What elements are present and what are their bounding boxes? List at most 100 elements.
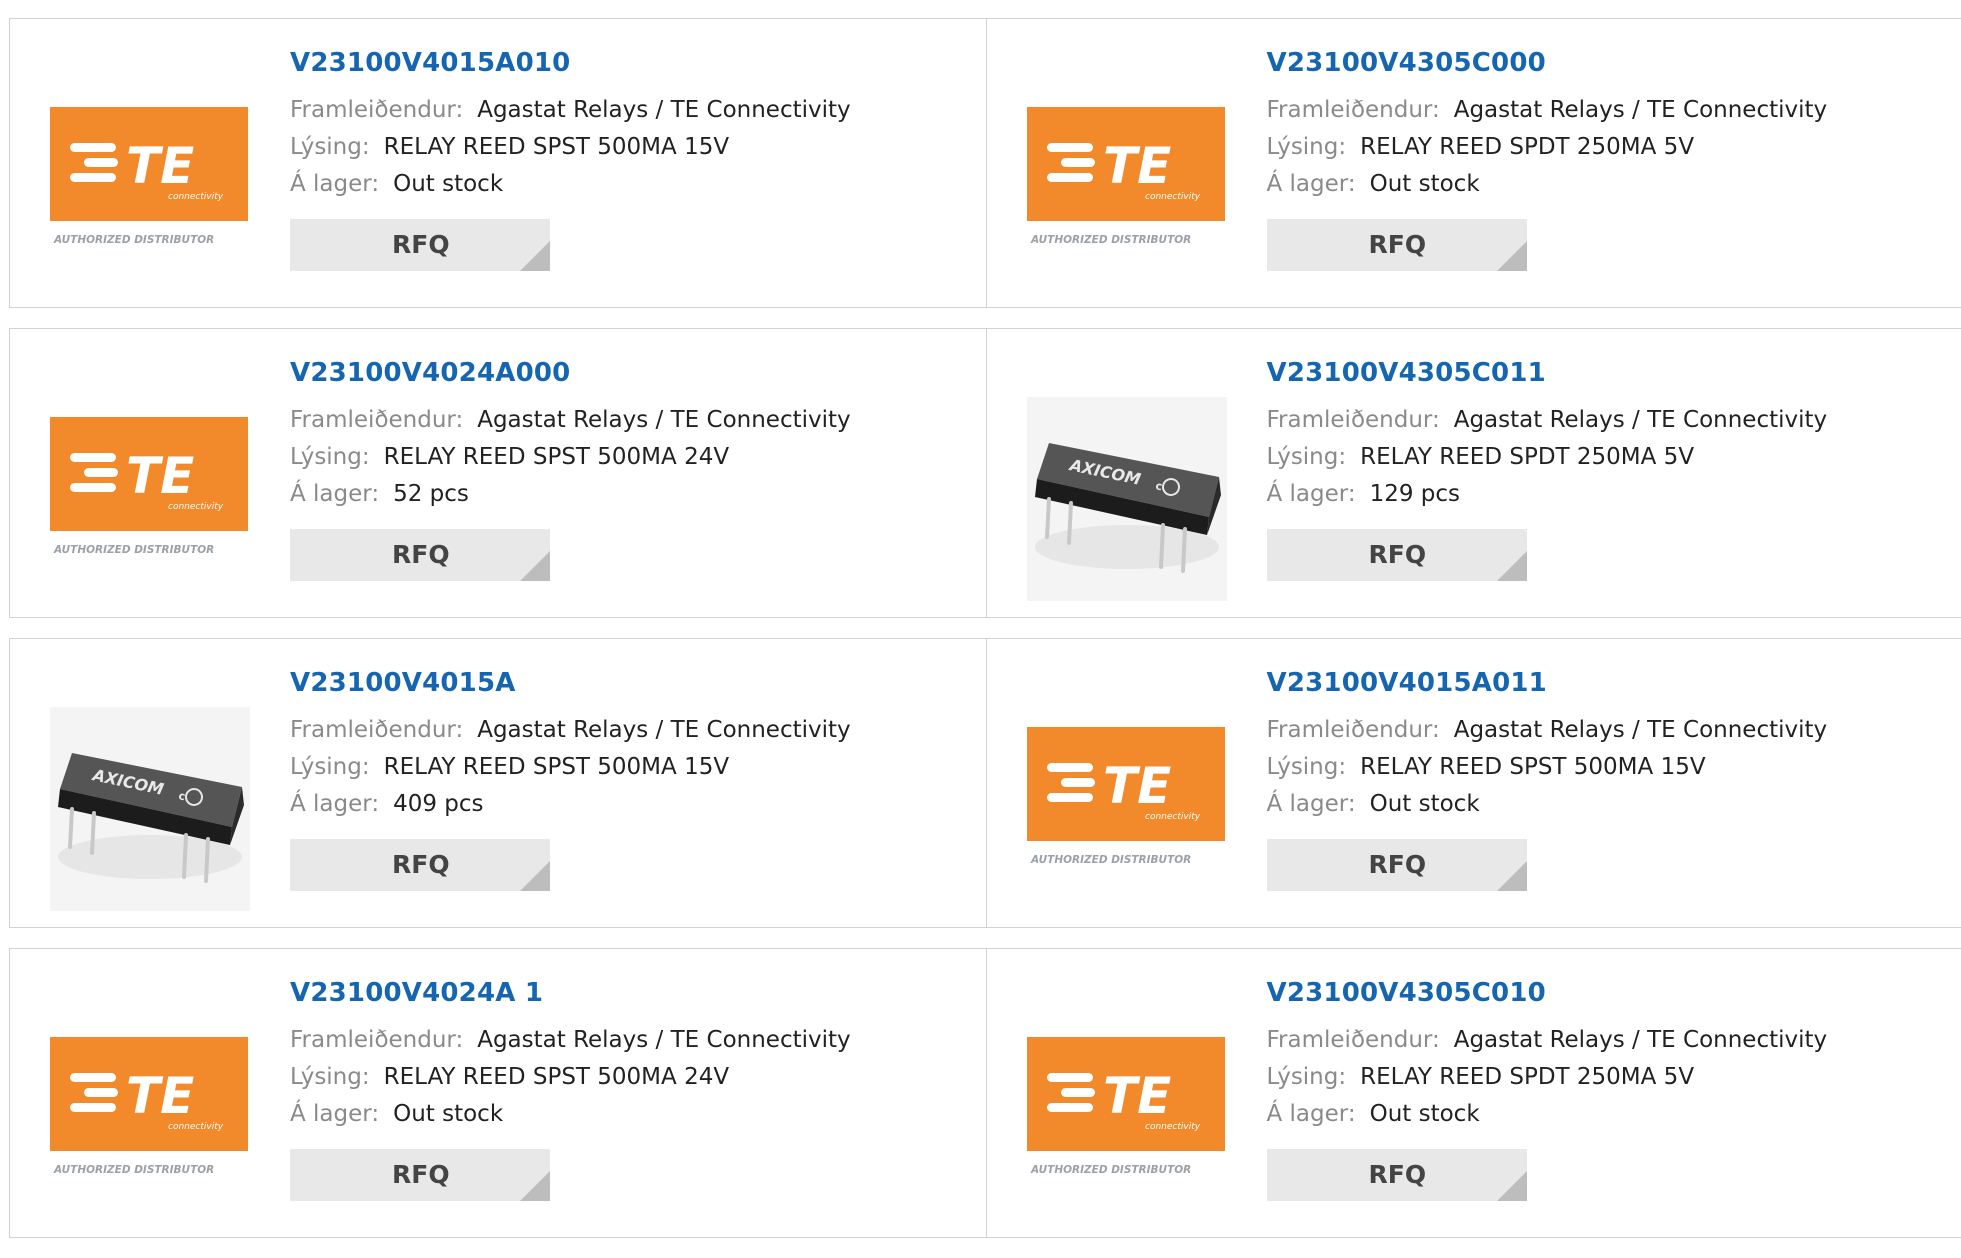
product-card: TE connectivity AUTHORIZED DISTRIBUTOR V… — [10, 329, 986, 617]
relay-photo-icon: AXICOM c — [50, 707, 250, 911]
authorized-distributor-label: AUTHORIZED DISTRIBUTOR — [53, 234, 214, 246]
part-number-link[interactable]: V23100V4305C010 — [1267, 976, 1828, 1010]
part-number-link[interactable]: V23100V4305C000 — [1267, 46, 1828, 80]
product-card: TE connectivity AUTHORIZED DISTRIBUTOR V… — [986, 949, 1961, 1237]
corner-fold-icon — [1497, 551, 1527, 581]
description-row: Lýsing:RELAY REED SPDT 250MA 5V — [1267, 129, 1828, 166]
product-row: TE connectivity AUTHORIZED DISTRIBUTOR V… — [9, 328, 1961, 618]
description-value: RELAY REED SPST 500MA 24V — [384, 444, 729, 470]
product-card: TE connectivity AUTHORIZED DISTRIBUTOR V… — [986, 639, 1961, 927]
te-logo-icon: TE connectivity AUTHORIZED DISTRIBUTOR — [1027, 87, 1227, 291]
product-image[interactable]: AXICOM c — [50, 707, 250, 911]
description-row: Lýsing: RELAY REED SPDT 250MA 5V — [1267, 439, 1828, 476]
description-row: Lýsing:RELAY REED SPST 500MA 24V — [290, 439, 851, 476]
manufacturer-label: Framleiðendur: — [290, 1027, 463, 1053]
manufacturer-row: Framleiðendur: Agastat Relays / TE Connec… — [1267, 402, 1828, 439]
svg-text:TE: TE — [126, 137, 194, 195]
product-row: TE connectivity AUTHORIZED DISTRIBUTOR V… — [9, 948, 1961, 1238]
manufacturer-value: Agastat Relays / TE Connectivity — [1454, 407, 1827, 433]
product-row: TE connectivity AUTHORIZED DISTRIBUTOR V… — [9, 18, 1961, 308]
corner-fold-icon — [520, 241, 550, 271]
description-value: RELAY REED SPST 500MA 15V — [1360, 754, 1705, 780]
part-number-link[interactable]: V23100V4305C011 — [1267, 356, 1828, 390]
rfq-button[interactable]: RFQ — [1267, 529, 1527, 581]
manufacturer-value: Agastat Relays / TE Connectivity — [477, 1027, 850, 1053]
corner-fold-icon — [520, 551, 550, 581]
manufacturer-row: Framleiðendur: Agastat Relays / TE Connec… — [290, 1022, 851, 1059]
product-info: V23100V4024A 1 Framleiðendur: Agastat Rel… — [290, 976, 851, 1133]
svg-text:TE: TE — [1103, 1067, 1171, 1125]
rfq-button[interactable]: RFQ — [290, 1149, 550, 1201]
product-image[interactable]: AXICOM c — [1027, 397, 1227, 601]
product-image[interactable]: TE connectivity AUTHORIZED DISTRIBUTOR — [50, 87, 250, 291]
rfq-button[interactable]: RFQ — [1267, 839, 1527, 891]
manufacturer-row: Framleiðendur:Agastat Relays / TE Connec… — [290, 92, 851, 129]
part-number-link[interactable]: V23100V4024A 1 — [290, 976, 851, 1010]
part-number-link[interactable]: V23100V4015A011 — [1267, 666, 1828, 700]
product-info: V23100V4305C000 Framleiðendur:Agastat Re… — [1267, 46, 1828, 203]
product-card: AXICOM c V23100V4015A Framleiðendur:Agas… — [10, 639, 986, 927]
stock-row: Á lager:Out stock — [290, 1096, 851, 1133]
corner-fold-icon — [1497, 241, 1527, 271]
stock-label: Á lager: — [1267, 1101, 1356, 1127]
product-image[interactable]: TE connectivity AUTHORIZED DISTRIBUTOR — [50, 1017, 250, 1221]
description-value: RELAY REED SPDT 250MA 5V — [1360, 1064, 1694, 1090]
stock-label: Á lager: — [290, 481, 379, 507]
product-info: V23100V4024A000 Framleiðendur:Agastat Re… — [290, 356, 851, 513]
te-logo-icon: TE connectivity AUTHORIZED DISTRIBUTOR — [50, 397, 250, 601]
rfq-label: RFQ — [392, 230, 450, 259]
stock-row: Á lager: 129 pcs — [1267, 476, 1828, 513]
stock-value: Out stock — [393, 171, 503, 197]
stock-value: Out stock — [1370, 791, 1480, 817]
manufacturer-label: Framleiðendur: — [1267, 407, 1440, 433]
stock-value: 129 pcs — [1370, 481, 1460, 507]
manufacturer-row: Framleiðendur:Agastat Relays / TE Connec… — [290, 402, 851, 439]
product-image[interactable]: TE connectivity AUTHORIZED DISTRIBUTOR — [50, 397, 250, 601]
product-info: V23100V4305C011 Framleiðendur: Agastat Re… — [1267, 356, 1828, 513]
stock-value: Out stock — [1370, 171, 1480, 197]
product-card: AXICOM c V23100V4305C011 Framleiðendur: A… — [986, 329, 1961, 617]
product-info: V23100V4305C010 Framleiðendur:Agastat Re… — [1267, 976, 1828, 1133]
product-image[interactable]: TE connectivity AUTHORIZED DISTRIBUTOR — [1027, 87, 1227, 291]
product-grid: TE connectivity AUTHORIZED DISTRIBUTOR V… — [9, 18, 1961, 1258]
rfq-button[interactable]: RFQ — [1267, 219, 1527, 271]
part-number-link[interactable]: V23100V4024A000 — [290, 356, 851, 390]
description-row: Lýsing:RELAY REED SPST 500MA 15V — [290, 129, 851, 166]
description-label: Lýsing: — [1267, 444, 1347, 470]
description-value: RELAY REED SPDT 250MA 5V — [1360, 444, 1694, 470]
rfq-button[interactable]: RFQ — [290, 529, 550, 581]
product-card: TE connectivity AUTHORIZED DISTRIBUTOR V… — [10, 19, 986, 307]
part-number-link[interactable]: V23100V4015A — [290, 666, 851, 700]
rfq-label: RFQ — [1369, 230, 1427, 259]
manufacturer-label: Framleiðendur: — [290, 717, 463, 743]
authorized-distributor-label: AUTHORIZED DISTRIBUTOR — [53, 1164, 214, 1176]
svg-text:TE: TE — [1103, 757, 1171, 815]
rfq-button[interactable]: RFQ — [290, 839, 550, 891]
authorized-distributor-label: AUTHORIZED DISTRIBUTOR — [1030, 854, 1191, 866]
authorized-distributor-label: AUTHORIZED DISTRIBUTOR — [1030, 234, 1191, 246]
part-number-link[interactable]: V23100V4015A010 — [290, 46, 851, 80]
stock-value: Out stock — [1370, 1101, 1480, 1127]
manufacturer-label: Framleiðendur: — [1267, 717, 1440, 743]
description-label: Lýsing: — [1267, 754, 1347, 780]
logo-subtext: connectivity — [168, 1122, 224, 1132]
product-info: V23100V4015A010 Framleiðendur:Agastat Re… — [290, 46, 851, 203]
rfq-label: RFQ — [1369, 1160, 1427, 1189]
rfq-button[interactable]: RFQ — [1267, 1149, 1527, 1201]
rfq-button[interactable]: RFQ — [290, 219, 550, 271]
logo-subtext: connectivity — [168, 192, 224, 202]
rfq-label: RFQ — [1369, 850, 1427, 879]
relay-photo-icon: AXICOM c — [1027, 397, 1227, 601]
stock-label: Á lager: — [1267, 481, 1356, 507]
manufacturer-value: Agastat Relays / TE Connectivity — [1454, 97, 1827, 123]
manufacturer-label: Framleiðendur: — [290, 407, 463, 433]
description-value: RELAY REED SPST 500MA 15V — [384, 134, 729, 160]
description-label: Lýsing: — [290, 754, 370, 780]
logo-subtext: connectivity — [1145, 812, 1201, 822]
product-image[interactable]: TE connectivity AUTHORIZED DISTRIBUTOR — [1027, 707, 1227, 911]
te-logo-icon: TE connectivity AUTHORIZED DISTRIBUTOR — [1027, 707, 1227, 911]
rfq-label: RFQ — [392, 850, 450, 879]
logo-subtext: connectivity — [1145, 192, 1201, 202]
corner-fold-icon — [1497, 861, 1527, 891]
product-image[interactable]: TE connectivity AUTHORIZED DISTRIBUTOR — [1027, 1017, 1227, 1221]
